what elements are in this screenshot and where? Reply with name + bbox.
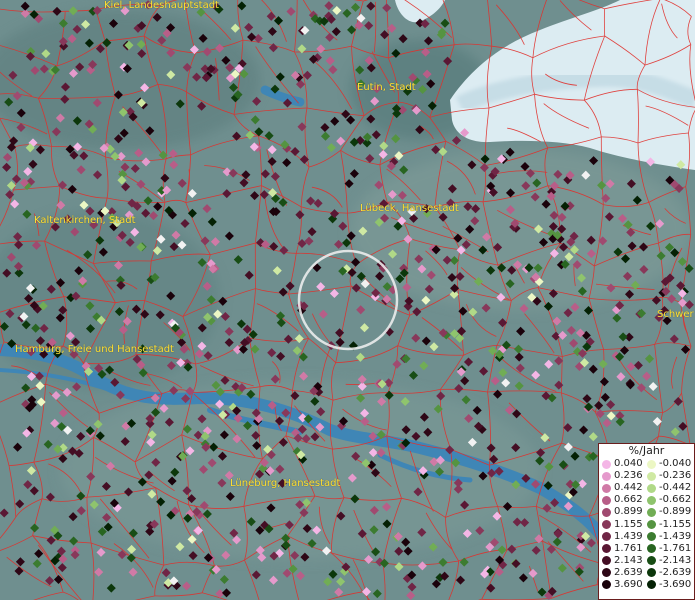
legend-entry-positive: 2.639 [602, 566, 647, 578]
legend-value: 1.761 [614, 542, 643, 554]
legend-value: -0.662 [659, 494, 692, 506]
legend-swatch [647, 568, 656, 578]
legend-swatch [647, 507, 656, 517]
legend-swatch [602, 483, 611, 493]
legend-entry-negative: -2.639 [647, 566, 692, 578]
legend-entry-negative: -0.040 [647, 459, 692, 469]
city-label-luebeck[interactable]: Lübeck, Hansestadt [360, 203, 459, 214]
legend-row: 3.690 -3.690 [602, 579, 694, 591]
legend-value: -1.155 [659, 518, 692, 530]
legend-row: 0.236 -0.236 [602, 470, 694, 482]
legend-value: 0.442 [614, 482, 643, 494]
legend-swatch [647, 471, 656, 481]
legend-row: 1.761 -1.761 [602, 543, 694, 555]
legend-row: 0.899 -0.899 [602, 506, 694, 518]
legend-value: 1.439 [614, 530, 643, 542]
legend-entry-negative: -0.442 [647, 483, 692, 493]
legend-value: -1.761 [659, 542, 692, 554]
legend-value: 0.899 [614, 506, 643, 518]
legend-entry-negative: -0.899 [647, 507, 692, 517]
legend-swatch [647, 495, 656, 505]
legend-swatch [647, 483, 656, 493]
legend-swatch [602, 459, 611, 469]
legend-entry-negative: -2.143 [647, 554, 692, 566]
legend-value: 0.040 [614, 458, 643, 470]
legend-swatch [602, 556, 611, 566]
legend-entry-negative: -1.155 [647, 518, 692, 530]
legend-entry-positive: 0.040 [602, 459, 647, 469]
city-label-lueneburg[interactable]: Lüneburg, Hansestadt [230, 478, 340, 489]
legend-entry-negative: -1.761 [647, 542, 692, 554]
legend-row: 2.639 -2.639 [602, 567, 694, 579]
legend-entry-positive: 3.690 [602, 578, 647, 590]
city-label-schwerin[interactable]: Schwer [657, 309, 694, 320]
legend-entry-negative: -0.662 [647, 495, 692, 505]
legend-swatch [602, 471, 611, 481]
legend-swatch [647, 459, 656, 469]
legend-entry-positive: 0.442 [602, 483, 647, 493]
legend-entry-positive: 1.439 [602, 530, 647, 542]
legend-value: -2.639 [659, 566, 692, 578]
legend-swatch [647, 544, 656, 554]
legend-swatch [602, 568, 611, 578]
legend-value: -3.690 [659, 578, 692, 590]
legend-value: -0.040 [659, 458, 692, 470]
legend-value: -0.899 [659, 506, 692, 518]
legend-entry-negative: -1.439 [647, 530, 692, 542]
legend-value: -0.236 [659, 470, 692, 482]
legend-entry-positive: 0.899 [602, 507, 647, 517]
legend-value: 2.639 [614, 566, 643, 578]
legend-value: 2.143 [614, 554, 643, 566]
legend: %/Jahr 0.040 -0.040 0.236 -0.236 0.442 -0.442… [598, 443, 695, 600]
legend-value: 3.690 [614, 578, 643, 590]
legend-entry-positive: 0.662 [602, 495, 647, 505]
legend-title: %/Jahr [628, 444, 665, 457]
legend-entry-positive: 0.236 [602, 471, 647, 481]
legend-swatch [602, 544, 611, 554]
legend-entry-negative: -3.690 [647, 578, 692, 590]
map-view[interactable]: Kiel, Landeshauptstadt Eutin, Stadt Lübe… [0, 0, 695, 600]
city-label-eutin[interactable]: Eutin, Stadt [357, 82, 416, 93]
legend-value: -1.439 [659, 530, 692, 542]
legend-row: 0.442 -0.442 [602, 482, 694, 494]
legend-swatch [647, 520, 656, 530]
city-label-kiel[interactable]: Kiel, Landeshauptstadt [104, 0, 219, 11]
legend-value: -0.442 [659, 482, 692, 494]
legend-entry-negative: -0.236 [647, 471, 692, 481]
legend-swatch [647, 556, 656, 566]
legend-swatch [602, 520, 611, 530]
legend-swatch [647, 580, 656, 590]
legend-row: 1.439 -1.439 [602, 531, 694, 543]
legend-row: 1.155 -1.155 [602, 518, 694, 530]
city-label-hamburg[interactable]: Hamburg, Freie und Hansestadt [15, 344, 174, 355]
legend-value: 0.662 [614, 494, 643, 506]
legend-entry-positive: 2.143 [602, 554, 647, 566]
legend-row: 0.040 -0.040 [602, 458, 694, 470]
legend-swatch [602, 507, 611, 517]
city-label-kaltenkirchen[interactable]: Kaltenkirchen, Stadt [34, 215, 136, 226]
legend-entry-positive: 1.155 [602, 518, 647, 530]
map-canvas [0, 0, 695, 600]
legend-value: 1.155 [614, 518, 643, 530]
legend-swatch [647, 532, 656, 542]
legend-swatch [602, 495, 611, 505]
legend-value: -2.143 [659, 554, 692, 566]
legend-swatch [602, 532, 611, 542]
legend-swatch [602, 580, 611, 590]
legend-entry-positive: 1.761 [602, 542, 647, 554]
legend-row: 0.662 -0.662 [602, 494, 694, 506]
legend-value: 0.236 [614, 470, 643, 482]
legend-row: 2.143 -2.143 [602, 555, 694, 567]
legend-rows: 0.040 -0.040 0.236 -0.236 0.442 -0.442 0.662 -0… [599, 458, 694, 591]
